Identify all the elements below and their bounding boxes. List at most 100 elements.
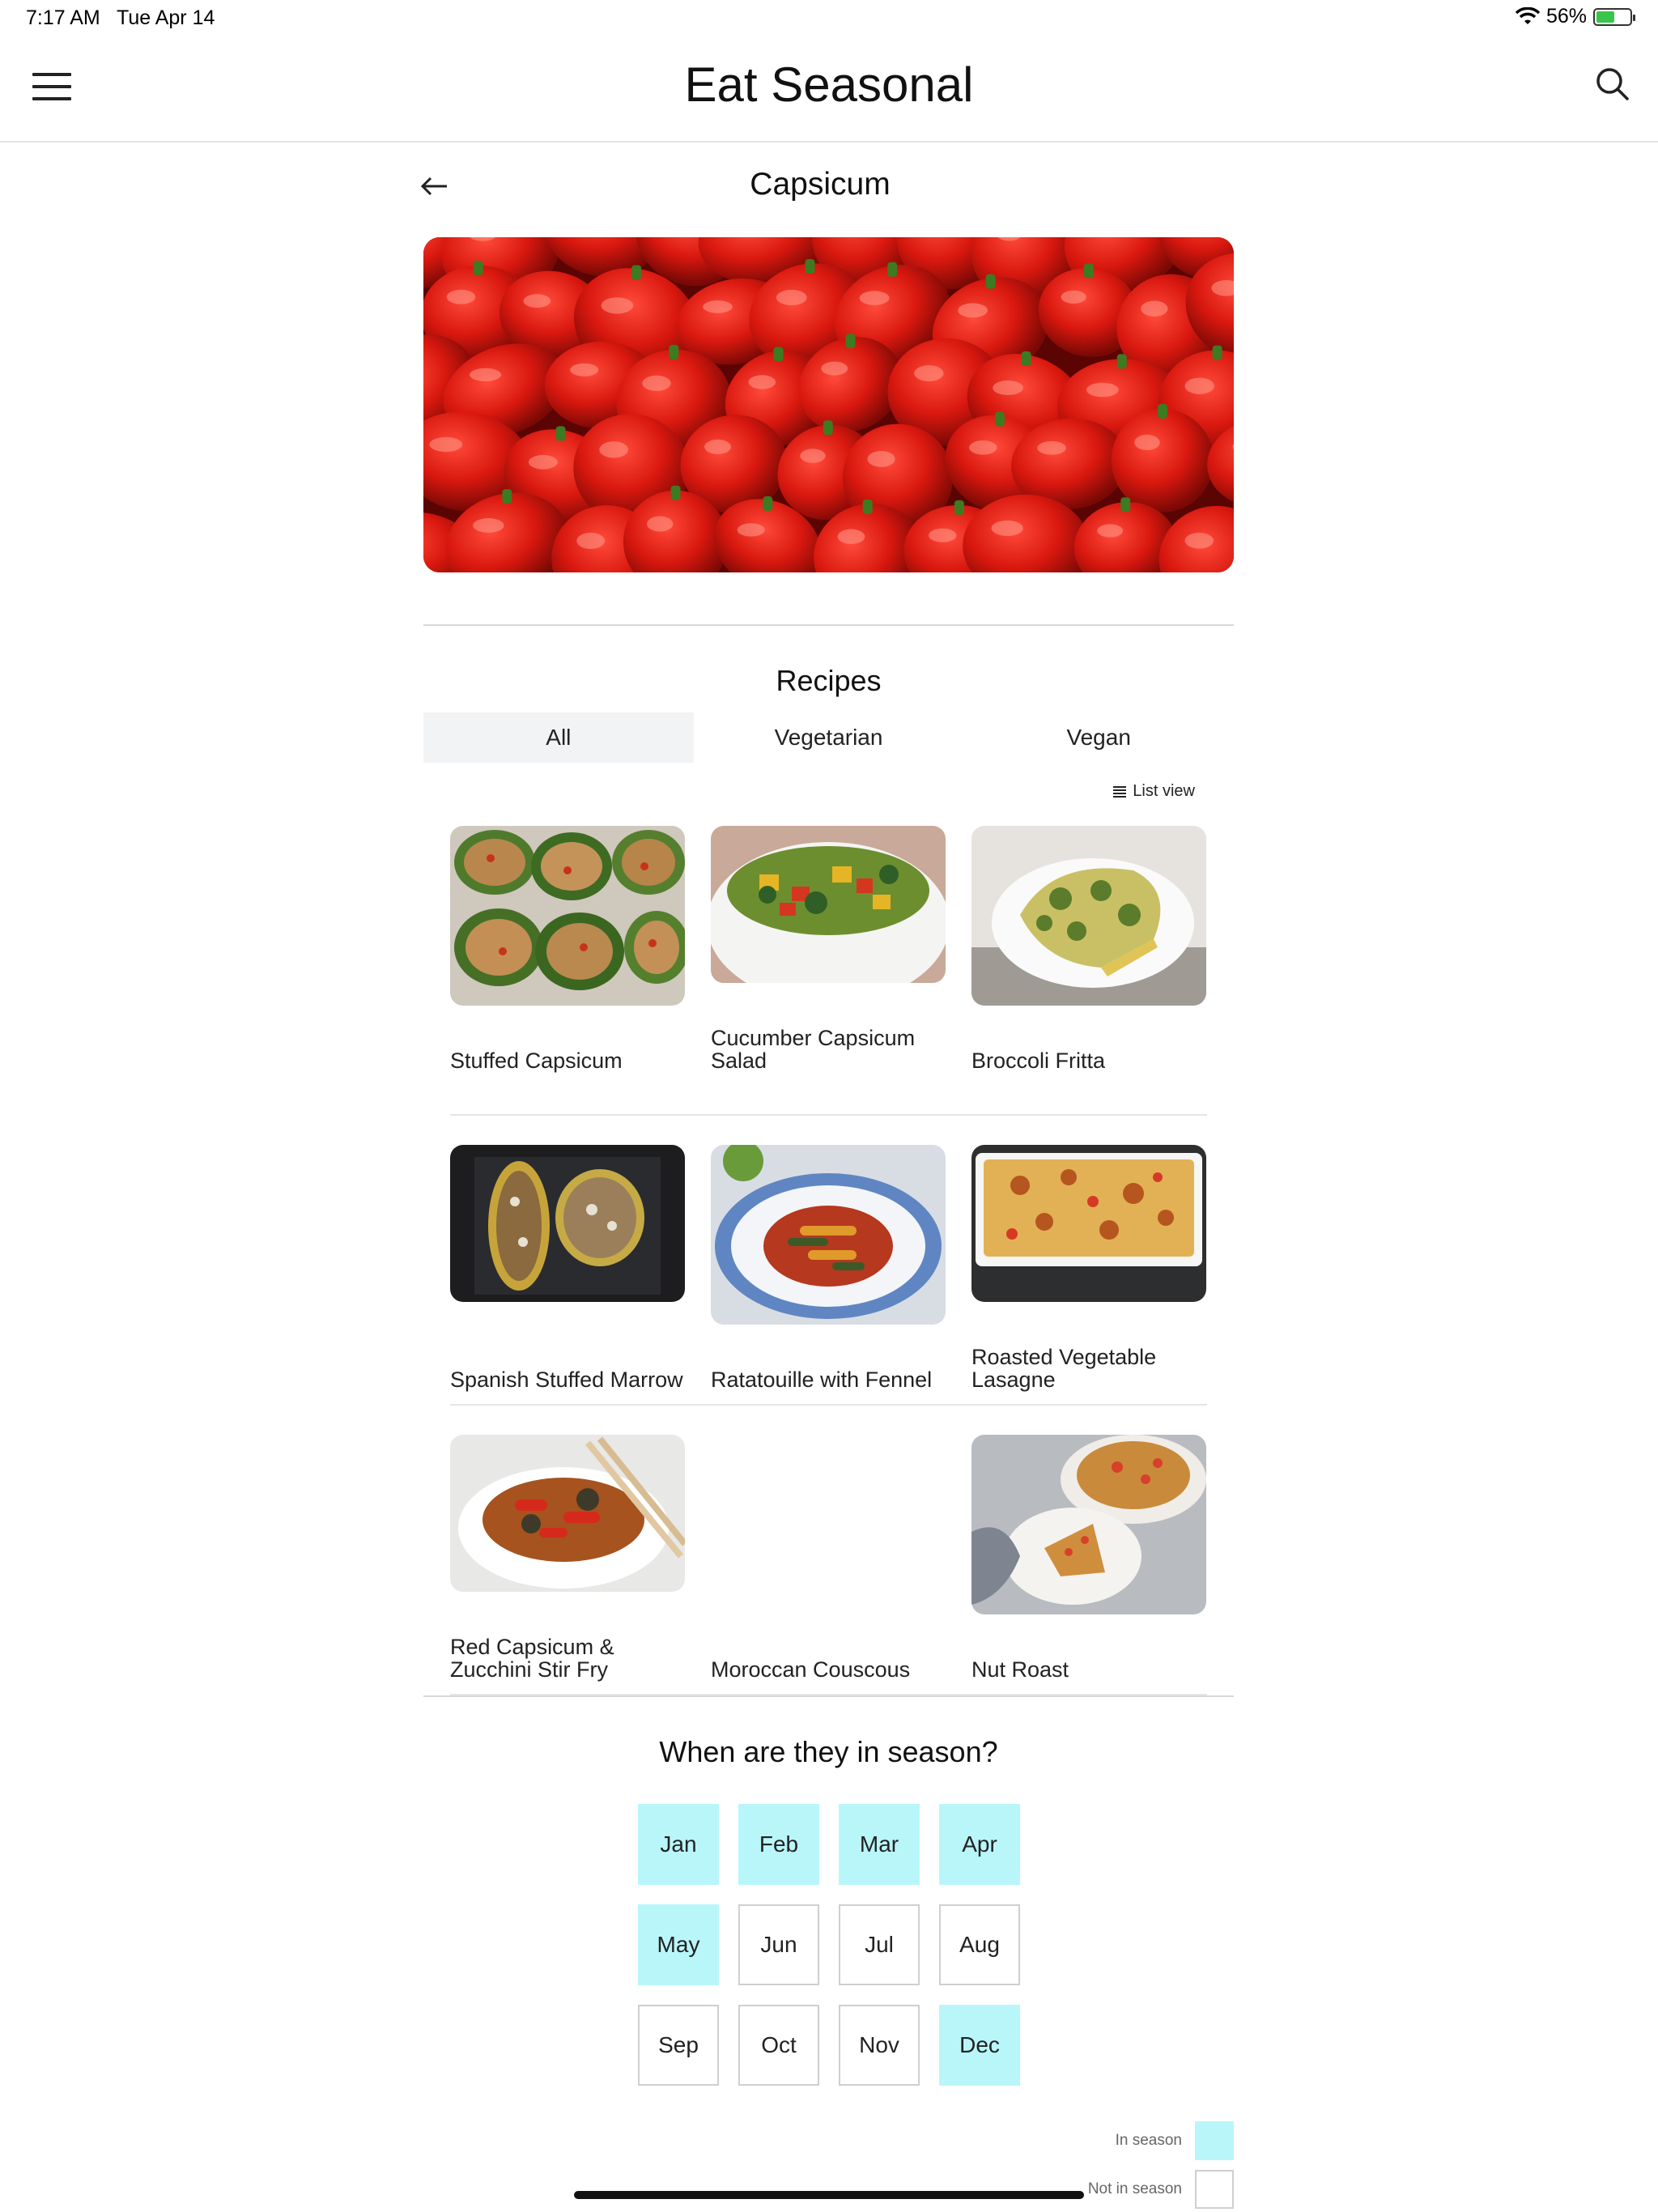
recipe-name: Broccoli Fritta xyxy=(971,1049,1106,1073)
recipe-card-roasted-vegetable-lasagne[interactable]: Roasted Vegetable Lasagne xyxy=(971,1145,1206,1412)
pepper-highlight xyxy=(1184,377,1214,394)
recipe-name: Red Capsicum & Zucchini Stir Fry xyxy=(450,1635,614,1682)
recipe-name: Stuffed Capsicum xyxy=(450,1049,623,1073)
pepper-highlight xyxy=(993,380,1023,395)
pepper-stem xyxy=(805,259,815,274)
recipe-card-broccoli-fritta[interactable]: Broccoli Fritta xyxy=(971,826,1206,1093)
recipe-card-moroccan-couscous[interactable]: Moroccan Couscous xyxy=(711,1435,946,1702)
pepper-highlight xyxy=(642,375,671,391)
pepper-highlight xyxy=(1037,440,1066,455)
pepper-stem xyxy=(1021,351,1031,366)
pepper-highlight xyxy=(570,363,599,376)
month-apr: Apr xyxy=(939,1804,1020,1885)
pepper-highlight xyxy=(821,361,848,376)
pepper-highlight xyxy=(867,450,895,467)
recipe-card-ratatouille-with-fennel[interactable]: Ratatouille with Fennel xyxy=(711,1145,946,1412)
recipe-name: Roasted Vegetable Lasagne xyxy=(971,1345,1157,1392)
battery-percent: 56% xyxy=(1545,5,1587,28)
app-header: Eat Seasonal xyxy=(0,39,1658,143)
pepper-stem xyxy=(887,262,898,277)
pepper-stem xyxy=(631,265,642,280)
pepper-highlight xyxy=(800,449,826,463)
status-right: 56% xyxy=(1515,5,1635,28)
recipe-thumb xyxy=(971,826,1206,1006)
recipe-row: Red Capsicum & Zucchini Stir Fry Morocca… xyxy=(450,1406,1207,1695)
pepper-highlight xyxy=(601,297,634,314)
list-view-toggle[interactable]: List view xyxy=(1113,782,1195,801)
wifi-icon xyxy=(1515,6,1540,24)
pepper-highlight xyxy=(599,441,628,458)
divider xyxy=(423,624,1234,626)
pepper-stem xyxy=(862,499,873,514)
pepper-highlight xyxy=(929,528,957,542)
pepper-highlight xyxy=(914,365,944,382)
recipe-card-red-capsicum-zucchini-stir-fry[interactable]: Red Capsicum & Zucchini Stir Fry xyxy=(450,1435,685,1702)
pepper-stem xyxy=(985,274,996,289)
recipe-grid: Stuffed Capsicum Cucumber Capsicum Salad xyxy=(450,826,1207,1695)
pepper-stem xyxy=(823,420,833,436)
pepper-highlight xyxy=(969,440,997,455)
recipe-card-cucumber-capsicum-salad[interactable]: Cucumber Capsicum Salad xyxy=(711,826,946,1093)
recipe-thumb xyxy=(450,1145,685,1302)
recipe-card-nut-roast[interactable]: Nut Roast xyxy=(971,1435,1206,1702)
pepper-highlight xyxy=(1184,532,1214,549)
recipe-tabs: All Vegetarian Vegan xyxy=(423,713,1234,763)
recipe-card-spanish-stuffed-marrow[interactable]: Spanish Stuffed Marrow xyxy=(450,1145,685,1412)
season-calendar: Jan Feb Mar Apr May Jun Jul Aug Sep Oct … xyxy=(638,1804,1020,2086)
status-time: 7:17 AM xyxy=(26,6,100,29)
pepper-highlight xyxy=(446,289,476,304)
pepper-highlight xyxy=(776,289,807,306)
legend-in-swatch xyxy=(1195,2121,1234,2160)
pepper-highlight xyxy=(991,520,1023,536)
recipe-card-stuffed-capsicum[interactable]: Stuffed Capsicum xyxy=(450,826,685,1093)
tab-all[interactable]: All xyxy=(423,713,694,763)
pepper-stem xyxy=(1157,403,1167,419)
recipe-row: Stuffed Capsicum Cucumber Capsicum Salad xyxy=(450,826,1207,1116)
pepper-highlight xyxy=(576,532,606,550)
pepper-highlight xyxy=(470,368,502,382)
recipe-thumb xyxy=(971,1145,1206,1302)
legend-in-season: In season xyxy=(1116,2121,1234,2160)
month-dec: Dec xyxy=(939,2005,1020,2086)
tab-vegan[interactable]: Vegan xyxy=(963,713,1234,763)
pepper-highlight xyxy=(523,294,551,308)
pepper-stem xyxy=(1116,354,1127,369)
battery-icon xyxy=(1593,7,1635,26)
recipe-thumb xyxy=(450,826,685,1006)
pepper-highlight xyxy=(1134,434,1160,451)
pepper-stem xyxy=(555,426,566,441)
pepper-highlight xyxy=(647,516,674,532)
search-icon[interactable] xyxy=(1592,63,1634,105)
pepper-stem xyxy=(669,344,679,359)
pepper-highlight xyxy=(704,439,732,454)
recipe-name: Nut Roast xyxy=(971,1657,1069,1682)
pepper-stem xyxy=(502,489,512,504)
month-mar: Mar xyxy=(839,1804,920,1885)
legend-out-label: Not in season xyxy=(1087,2180,1182,2197)
pepper-highlight xyxy=(1061,290,1086,304)
pepper-stem xyxy=(954,500,964,515)
legend-not-in-season: Not in season xyxy=(1088,2170,1234,2209)
pepper-highlight xyxy=(429,436,463,453)
pepper-highlight xyxy=(473,518,504,533)
pepper-stem xyxy=(994,411,1005,427)
month-jul: Jul xyxy=(839,1904,920,1985)
month-feb: Feb xyxy=(738,1804,819,1885)
tab-vegetarian[interactable]: Vegetarian xyxy=(694,713,964,763)
home-indicator[interactable] xyxy=(574,2191,1084,2199)
battery-fill xyxy=(1596,11,1615,23)
pepper-highlight xyxy=(703,300,733,313)
list-view-label: List view xyxy=(1133,782,1195,800)
month-jan: Jan xyxy=(638,1804,719,1885)
pepper-highlight xyxy=(737,523,765,537)
pepper-stem xyxy=(773,347,784,362)
recipe-name: Ratatouille with Fennel xyxy=(711,1368,933,1392)
pepper-stem xyxy=(473,260,483,275)
recipe-thumb xyxy=(711,1145,946,1325)
month-nov: Nov xyxy=(839,2005,920,2086)
recipes-heading: Recipes xyxy=(776,664,882,697)
pepper-stem xyxy=(763,496,773,512)
status-bar: 7:17 AM Tue Apr 14 56% xyxy=(0,0,1658,39)
recipe-name: Moroccan Couscous xyxy=(711,1657,911,1682)
app-title: Eat Seasonal xyxy=(684,57,974,112)
